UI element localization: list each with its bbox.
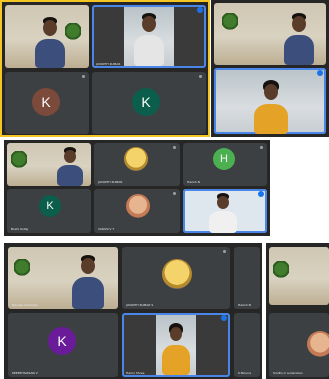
video-tile[interactable]: S.Mouna (234, 313, 260, 377)
participant-video (254, 80, 288, 134)
video-tile[interactable]: Naveen Kumaran (8, 247, 118, 309)
video-tile[interactable] (214, 68, 326, 134)
participant-name: JAYANTH KUMAR (98, 180, 123, 184)
video-tile[interactable] (5, 5, 89, 68)
participant-video (57, 147, 83, 186)
participant-avatar (307, 331, 329, 357)
speaking-indicator (221, 315, 227, 321)
video-tile[interactable]: Sindhu k sudarshan (269, 313, 329, 377)
participant-avatar: K (32, 88, 60, 116)
participant-name: JAYANTH KUMAR S (126, 303, 154, 307)
participant-video (35, 17, 65, 68)
speaking-indicator (258, 191, 264, 197)
participant-avatar: K (48, 327, 76, 355)
video-tile[interactable]: H Harish N (183, 143, 267, 186)
more-options-icon[interactable] (173, 146, 176, 149)
participant-name: Sindhu k sudarshan (273, 371, 303, 375)
participant-name: Harini Shree (126, 371, 145, 375)
participant-name: Harish N (187, 180, 200, 184)
video-tile[interactable] (269, 247, 329, 305)
plant (14, 259, 30, 279)
participant-name: Naveen Kumaran (12, 303, 38, 307)
more-options-icon[interactable] (260, 146, 263, 149)
participant-avatar (126, 194, 150, 218)
video-tile[interactable]: Harish N (234, 247, 260, 309)
participant-name: Harish N (238, 303, 251, 307)
video-tile[interactable]: K (5, 72, 89, 134)
plant (273, 261, 289, 281)
video-tile[interactable] (214, 3, 326, 65)
video-tile[interactable]: JAYANTH KUMAR S (122, 247, 230, 309)
participant-name: KEERTHIVASAN V (12, 371, 38, 375)
meeting-screenshot-2 (211, 0, 329, 137)
participant-name: Boshi Kollaj (11, 227, 29, 231)
video-tile[interactable]: JAYANTH KUMAR (92, 5, 206, 68)
speaking-indicator (197, 7, 203, 13)
more-options-icon[interactable] (199, 75, 202, 78)
participant-video (72, 255, 104, 309)
video-tile[interactable]: Harini Shree (122, 313, 230, 377)
participant-video (284, 13, 314, 65)
participant-video (162, 323, 190, 375)
participant-avatar (162, 259, 192, 289)
video-tile[interactable]: JAYANTH KUMAR (94, 143, 180, 186)
participant-avatar: K (39, 195, 61, 217)
participant-video (134, 13, 164, 66)
participant-video (209, 193, 237, 233)
participant-avatar (124, 147, 148, 171)
plant (11, 151, 27, 171)
plant (222, 13, 238, 33)
video-tile[interactable]: K (92, 72, 206, 134)
plant (65, 23, 81, 43)
more-options-icon[interactable] (173, 192, 176, 195)
more-options-icon[interactable] (223, 250, 226, 253)
meeting-screenshot-1: JAYANTH KUMAR K K (0, 0, 210, 137)
meeting-screenshot-5: Sindhu k sudarshan (266, 243, 329, 379)
meeting-screenshot-3: JAYANTH KUMAR H Harish N K Boshi Kollaj … (4, 140, 270, 236)
video-tile[interactable]: K KEERTHIVASAN V (8, 313, 118, 377)
video-tile[interactable]: K Boshi Kollaj (7, 189, 91, 233)
video-tile[interactable]: VARUN V T (94, 189, 180, 233)
participant-name: S.Mouna (238, 371, 251, 375)
participant-avatar: H (213, 148, 235, 170)
more-options-icon[interactable] (82, 75, 85, 78)
participant-avatar: K (132, 88, 160, 116)
video-tile[interactable] (183, 189, 267, 233)
speaking-indicator (317, 70, 323, 76)
video-tile[interactable] (7, 143, 91, 186)
participant-name: VARUN V T (98, 227, 115, 231)
participant-name: JAYANTH KUMAR (96, 62, 121, 66)
meeting-screenshot-4: Naveen Kumaran JAYANTH KUMAR S Harish N … (4, 243, 262, 379)
